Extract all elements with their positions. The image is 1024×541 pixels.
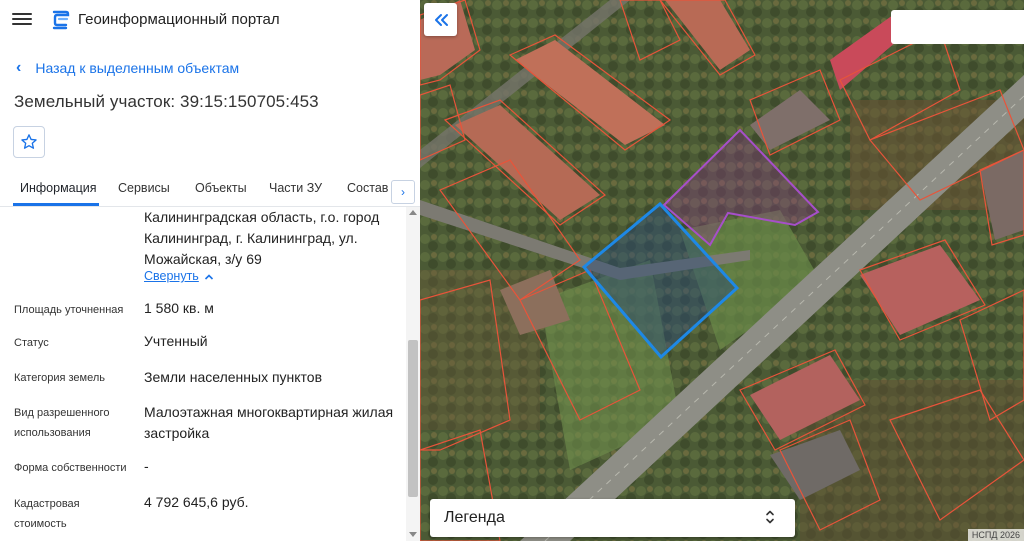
cadastral-value: 4 792 645,6 руб. xyxy=(144,494,249,510)
panel-scrollbar[interactable] xyxy=(406,207,420,541)
chevron-left-icon: ‹ xyxy=(16,59,22,76)
land-category-label: Категория земель xyxy=(14,372,105,384)
ownership-value: - xyxy=(144,458,149,474)
area-label: Площадь уточненная xyxy=(14,304,124,316)
address-line: Можайская, з/у 69 xyxy=(144,251,262,267)
page-title: Земельный участок: 39:15:150705:453 xyxy=(14,92,319,111)
portal-logo-icon xyxy=(50,9,70,31)
tab-bar: Информация Сервисы Объекты Части ЗУ Сост… xyxy=(0,172,420,207)
scroll-down-arrow-icon[interactable] xyxy=(409,532,417,537)
tab-information[interactable]: Информация xyxy=(20,181,97,195)
back-label: Назад к выделенным объектам xyxy=(35,60,240,76)
tabs-scroll-right-button[interactable]: › xyxy=(391,180,415,204)
collapse-link[interactable]: Свернуть xyxy=(144,269,199,283)
back-to-selection-link[interactable]: ‹ Назад к выделенным объектам xyxy=(16,59,239,77)
legend-toggle[interactable]: Легенда xyxy=(430,499,795,537)
chevron-up-down-icon xyxy=(766,510,774,524)
status-label: Статус xyxy=(14,337,49,349)
area-value: 1 580 кв. м xyxy=(144,300,214,316)
tab-composition[interactable]: Состав xyxy=(347,181,388,195)
address-line: Калининградская область, г.о. город xyxy=(144,209,380,225)
scroll-up-arrow-icon[interactable] xyxy=(409,210,417,215)
ownership-label: Форма собственности xyxy=(14,462,127,474)
status-value: Учтенный xyxy=(144,333,208,349)
scrollbar-thumb[interactable] xyxy=(408,340,418,497)
app-header: Геоинформационный портал xyxy=(0,0,420,40)
info-content: Калининградская область, г.о. город Кали… xyxy=(0,207,405,541)
active-tab-indicator xyxy=(13,203,99,206)
satellite-map[interactable] xyxy=(420,0,1024,541)
permitted-use-value: Малоэтажная многоквартирная жилая застро… xyxy=(144,404,394,441)
collapse-panel-button[interactable] xyxy=(424,3,457,36)
tab-services[interactable]: Сервисы xyxy=(118,181,170,195)
hamburger-icon[interactable] xyxy=(12,11,32,29)
legend-label: Легенда xyxy=(444,509,505,526)
permitted-use-label: Вид разрешенного использования xyxy=(14,407,110,439)
star-icon xyxy=(21,134,37,149)
chevron-right-icon: › xyxy=(401,185,405,199)
info-panel: Геоинформационный портал ‹ Назад к выдел… xyxy=(0,0,420,541)
map-attribution: НСПД 2026 xyxy=(967,529,1024,541)
address-line: Калининград, г. Калининград, ул. xyxy=(144,230,358,246)
map-search-box[interactable] xyxy=(891,10,1024,44)
cadastral-value-label: Кадастровая стоимость xyxy=(14,498,80,530)
address-value: Калининградская область, г.о. город Кали… xyxy=(144,207,394,270)
double-chevron-left-icon xyxy=(434,13,448,26)
tab-objects[interactable]: Объекты xyxy=(195,181,247,195)
land-category-value: Земли населенных пунктов xyxy=(144,369,323,385)
chevron-up-icon[interactable] xyxy=(204,273,214,281)
map-view[interactable] xyxy=(420,0,1024,541)
tab-parcel-parts[interactable]: Части ЗУ xyxy=(269,181,322,195)
favorite-button[interactable] xyxy=(13,126,45,158)
app-title: Геоинформационный портал xyxy=(78,11,280,28)
